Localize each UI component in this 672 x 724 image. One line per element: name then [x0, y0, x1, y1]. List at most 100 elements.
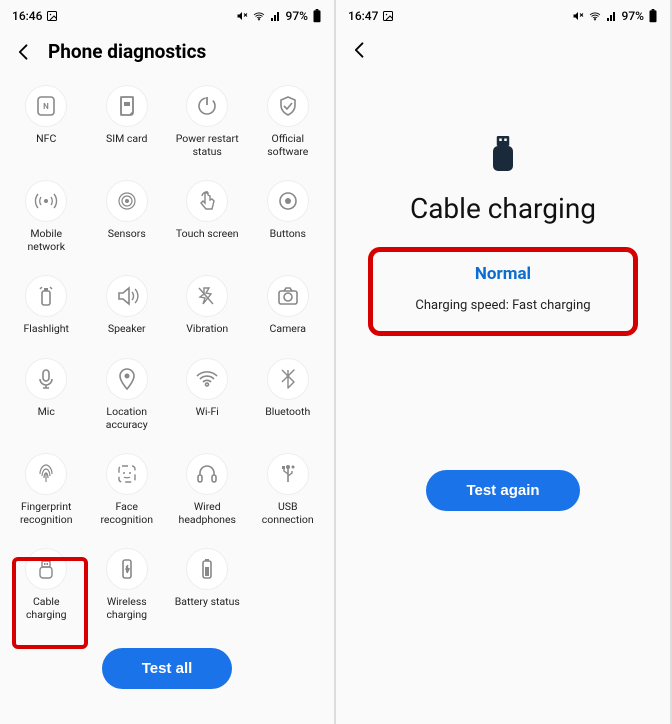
tile-label: Wireless charging: [106, 596, 147, 621]
svg-text:N: N: [43, 102, 49, 111]
result-detail: Charging speed: Fast charging: [391, 298, 615, 313]
tile-sensors[interactable]: Sensors: [87, 174, 168, 265]
battery-pct: 97%: [286, 9, 308, 23]
cablechg-icon: [25, 548, 67, 590]
tile-vibration[interactable]: Vibration: [167, 269, 248, 348]
tile-label: Location accuracy: [106, 406, 148, 431]
tile-wiredhp[interactable]: Wired headphones: [167, 447, 248, 538]
tile-flash[interactable]: Flashlight: [6, 269, 87, 348]
tile-label: Wi-Fi: [196, 406, 219, 419]
fingerprint-icon: [25, 453, 67, 495]
status-bar: 16:46 97%: [0, 0, 334, 28]
sim-icon: [106, 85, 148, 127]
tile-cablechg[interactable]: Cable charging: [6, 542, 87, 633]
back-icon[interactable]: [350, 40, 370, 60]
tile-label: Speaker: [108, 323, 146, 336]
battery-icon: [312, 9, 322, 23]
tile-touch[interactable]: Touch screen: [167, 174, 248, 265]
speaker-icon: [106, 275, 148, 317]
nfc-icon: N: [25, 85, 67, 127]
tile-label: Sensors: [108, 228, 146, 241]
tile-restart[interactable]: Power restart status: [167, 79, 248, 170]
official-icon: [267, 85, 309, 127]
tile-label: Flashlight: [24, 323, 70, 336]
mobile-icon: [25, 180, 67, 222]
location-icon: [106, 358, 148, 400]
tile-label: Camera: [270, 323, 306, 336]
sensors-icon: [106, 180, 148, 222]
wirelesschg-icon: [106, 548, 148, 590]
tile-fingerprint[interactable]: Fingerprint recognition: [6, 447, 87, 538]
tile-label: Battery status: [175, 596, 240, 609]
clock: 16:46: [12, 9, 42, 23]
diagnostic-grid: N NFC SIM card Power restart status Official…: [0, 79, 334, 634]
tile-label: Bluetooth: [265, 406, 310, 419]
image-icon: [46, 10, 58, 22]
buttons-icon: [267, 180, 309, 222]
tile-label: NFC: [36, 133, 56, 146]
tile-label: Mic: [38, 406, 55, 419]
tile-label: Buttons: [270, 228, 306, 241]
tile-speaker[interactable]: Speaker: [87, 269, 168, 348]
restart-icon: [186, 85, 228, 127]
battery-icon: [648, 9, 658, 23]
result-status: Normal: [391, 264, 615, 284]
usb-plug-icon: [488, 136, 518, 176]
page-title: Phone diagnostics: [48, 40, 206, 63]
tile-label: Mobile network: [27, 228, 65, 253]
back-icon[interactable]: [14, 42, 34, 62]
tile-label: Touch screen: [176, 228, 239, 241]
status-bar: 16:47 97%: [336, 0, 670, 28]
tile-battery[interactable]: Battery status: [167, 542, 248, 633]
tile-mobile[interactable]: Mobile network: [6, 174, 87, 265]
tile-bluetooth[interactable]: Bluetooth: [248, 352, 329, 443]
wiredhp-icon: [186, 453, 228, 495]
test-again-button[interactable]: Test again: [426, 470, 579, 511]
header: [336, 28, 670, 76]
camera-icon: [267, 275, 309, 317]
tile-mic[interactable]: Mic: [6, 352, 87, 443]
tile-wifi[interactable]: Wi-Fi: [167, 352, 248, 443]
battery-pct: 97%: [622, 9, 644, 23]
face-icon: [106, 453, 148, 495]
tile-label: Official software: [267, 133, 308, 158]
tile-label: Wired headphones: [179, 501, 236, 526]
result-title: Cable charging: [410, 192, 596, 225]
mute-icon: [572, 10, 584, 22]
wifi-icon: [588, 10, 602, 22]
bluetooth-icon: [267, 358, 309, 400]
screen-diagnostics-list: 16:46 97% Phone diagnostics N NFC SIM card…: [0, 0, 336, 724]
signal-icon: [606, 10, 618, 22]
mute-icon: [236, 10, 248, 22]
clock: 16:47: [348, 9, 378, 23]
wifi-icon: [252, 10, 266, 22]
tile-location[interactable]: Location accuracy: [87, 352, 168, 443]
tile-label: Vibration: [186, 323, 228, 336]
tile-label: Cable charging: [26, 596, 67, 621]
result-panel: Cable charging Normal Charging speed: Fa…: [336, 76, 670, 511]
usb-icon: [267, 453, 309, 495]
test-all-button[interactable]: Test all: [102, 648, 233, 689]
tile-official[interactable]: Official software: [248, 79, 329, 170]
signal-icon: [270, 10, 282, 22]
touch-icon: [186, 180, 228, 222]
tile-face[interactable]: Face recognition: [87, 447, 168, 538]
tile-label: Face recognition: [100, 501, 153, 526]
highlight-result: Normal Charging speed: Fast charging: [368, 247, 638, 336]
header: Phone diagnostics: [0, 28, 334, 79]
flash-icon: [25, 275, 67, 317]
tile-label: Fingerprint recognition: [20, 501, 73, 526]
tile-wirelesschg[interactable]: Wireless charging: [87, 542, 168, 633]
tile-nfc[interactable]: N NFC: [6, 79, 87, 170]
screen-cable-charging-result: 16:47 97% Cable charging Normal Charging…: [336, 0, 672, 724]
tile-label: Power restart status: [176, 133, 239, 158]
battery-icon: [186, 548, 228, 590]
image-icon: [382, 10, 394, 22]
tile-sim[interactable]: SIM card: [87, 79, 168, 170]
tile-buttons[interactable]: Buttons: [248, 174, 329, 265]
tile-usb[interactable]: USB connection: [248, 447, 329, 538]
tile-label: USB connection: [262, 501, 314, 526]
tile-camera[interactable]: Camera: [248, 269, 329, 348]
vibration-icon: [186, 275, 228, 317]
mic-icon: [25, 358, 67, 400]
